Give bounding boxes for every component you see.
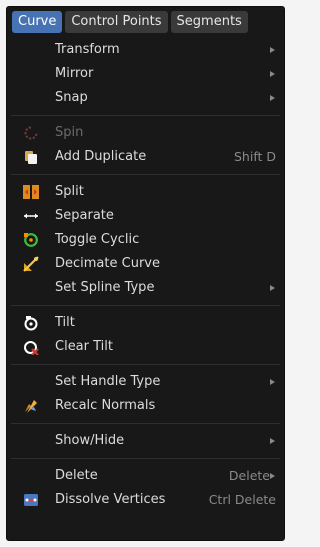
menu-item-label: Clear Tilt [55, 339, 113, 354]
submenu-arrow-icon [270, 285, 275, 291]
decimate-icon [23, 256, 39, 272]
menu-item-label: Set Spline Type [55, 280, 155, 295]
menu-item-label: Separate [55, 208, 114, 223]
clear-tilt-icon [23, 339, 39, 355]
menu-item-snap[interactable]: Snap [7, 86, 284, 110]
separate-arrows-icon [23, 208, 39, 224]
submenu-arrow-icon [270, 473, 275, 479]
menu-items: Transform Mirror Snap Spin Add Duplicate… [7, 38, 284, 512]
menu-item-transform[interactable]: Transform [7, 38, 284, 62]
menu-item-spin: Spin [7, 121, 284, 145]
menu-separator [11, 174, 280, 175]
submenu-arrow-icon [270, 438, 275, 444]
submenu-arrow-icon [270, 95, 275, 101]
menu-item-decimate-curve[interactable]: Decimate Curve [7, 252, 284, 276]
submenu-arrow-icon [270, 47, 275, 53]
menu-item-label: Transform [55, 42, 120, 57]
menu-item-split[interactable]: Split [7, 180, 284, 204]
menu-item-label: Split [55, 184, 84, 199]
menu-item-label: Snap [55, 90, 88, 105]
menu-item-delete[interactable]: Delete Delete [7, 464, 284, 488]
submenu-arrow-icon [270, 71, 275, 77]
spin-icon [23, 125, 39, 141]
menu-item-separate[interactable]: Separate [7, 204, 284, 228]
menu-item-show-hide[interactable]: Show/Hide [7, 429, 284, 453]
shortcut-hint: Shift D [233, 149, 276, 164]
menu-item-label: Add Duplicate [55, 149, 147, 164]
menu-item-toggle-cyclic[interactable]: Toggle Cyclic [7, 228, 284, 252]
duplicate-icon [23, 149, 39, 165]
menu-separator [11, 305, 280, 306]
menu-item-set-handle-type[interactable]: Set Handle Type [7, 370, 284, 394]
menu-item-label: Show/Hide [55, 433, 125, 448]
menu-item-label: Mirror [55, 66, 94, 81]
menu-separator [11, 364, 280, 365]
dissolve-vertices-icon [23, 492, 39, 508]
menu-item-label: Spin [55, 125, 84, 140]
menu-item-recalc-normals[interactable]: Recalc Normals [7, 394, 284, 418]
menu-item-label: Set Handle Type [55, 374, 161, 389]
menu-item-dissolve-vertices[interactable]: Dissolve Vertices Ctrl Delete [7, 488, 284, 512]
menu-item-label: Dissolve Vertices [55, 492, 166, 507]
menu-item-label: Tilt [55, 315, 75, 330]
menu-item-tilt[interactable]: Tilt [7, 311, 284, 335]
tilt-icon [23, 315, 39, 331]
menu-item-label: Toggle Cyclic [55, 232, 140, 247]
menu-item-clear-tilt[interactable]: Clear Tilt [7, 335, 284, 359]
recalc-normals-icon [23, 398, 39, 414]
shortcut-hint: Delete [228, 468, 270, 483]
menu-tab-bar: Curve Control Points Segments [12, 11, 248, 33]
tab-curve[interactable]: Curve [12, 11, 63, 33]
menu-item-label: Recalc Normals [55, 398, 156, 413]
curve-menu-popup: Curve Control Points Segments Transform … [6, 6, 285, 541]
menu-item-set-spline-type[interactable]: Set Spline Type [7, 276, 284, 300]
submenu-arrow-icon [270, 379, 275, 385]
tab-segments[interactable]: Segments [170, 11, 248, 33]
menu-item-label: Delete [55, 468, 98, 483]
cyclic-icon [23, 232, 39, 248]
menu-item-add-duplicate[interactable]: Add Duplicate Shift D [7, 145, 284, 169]
shortcut-hint: Ctrl Delete [208, 492, 276, 507]
menu-item-mirror[interactable]: Mirror [7, 62, 284, 86]
menu-separator [11, 423, 280, 424]
menu-separator [11, 458, 280, 459]
split-icon [23, 184, 39, 200]
menu-item-label: Decimate Curve [55, 256, 160, 271]
tab-control-points[interactable]: Control Points [65, 11, 168, 33]
menu-separator [11, 115, 280, 116]
